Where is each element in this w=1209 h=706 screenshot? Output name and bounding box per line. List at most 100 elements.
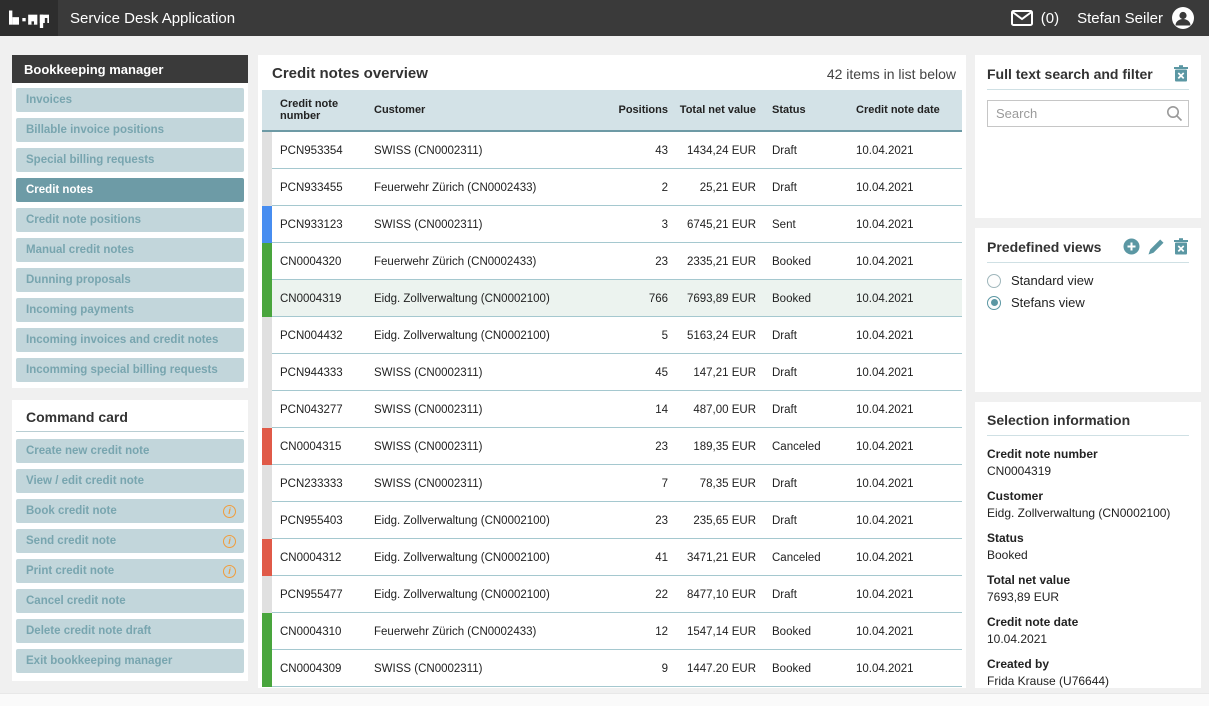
search-icon[interactable] bbox=[1166, 105, 1183, 122]
user-name: Stefan Seiler bbox=[1077, 10, 1163, 27]
cell-date: 10.04.2021 bbox=[842, 663, 962, 675]
table-row[interactable]: CN0004320Feuerwehr Zürich (CN0002433)232… bbox=[262, 243, 962, 280]
table-row[interactable]: PCN953354SWISS (CN0002311)431434,24 EURD… bbox=[262, 132, 962, 169]
table-row[interactable]: PCN955403Eidg. Zollverwaltung (CN0002100… bbox=[262, 502, 962, 539]
delete-view-trash-icon[interactable] bbox=[1173, 238, 1189, 255]
delete-credit-note-draft-button[interactable]: Delete credit note draft bbox=[16, 619, 244, 643]
table-row[interactable]: CN0004312Eidg. Zollverwaltung (CN0002100… bbox=[262, 539, 962, 576]
left-column: Bookkeeping manager InvoicesBillable inv… bbox=[12, 55, 248, 681]
sidebar-item-billable-invoice-positions[interactable]: Billable invoice positions bbox=[16, 118, 244, 142]
row-status-strip bbox=[262, 428, 272, 465]
cell-total: 1447.20 EUR bbox=[670, 663, 758, 675]
column-header-status[interactable]: Status bbox=[758, 104, 842, 116]
selection-field-credit-note-number: Credit note numberCN0004319 bbox=[987, 447, 1189, 478]
table-row[interactable]: PCN233333SWISS (CN0002311)778,35 EURDraf… bbox=[262, 465, 962, 502]
add-view-icon[interactable] bbox=[1123, 238, 1140, 255]
column-header-positions[interactable]: Positions bbox=[596, 104, 670, 116]
table-row[interactable]: CN0004315SWISS (CN0002311)23189,35 EURCa… bbox=[262, 428, 962, 465]
edit-view-pencil-icon[interactable] bbox=[1148, 238, 1165, 255]
radio-selected-icon[interactable] bbox=[987, 296, 1001, 310]
cell-positions: 45 bbox=[596, 367, 670, 379]
book-credit-note-button[interactable]: Book credit note bbox=[16, 499, 244, 523]
clear-search-trash-icon[interactable] bbox=[1173, 65, 1189, 82]
avatar[interactable] bbox=[1171, 6, 1195, 30]
cell-number: CN0004320 bbox=[272, 256, 372, 268]
row-status-strip bbox=[262, 132, 272, 169]
cell-total: 487,00 EUR bbox=[670, 404, 758, 416]
cancel-credit-note-button[interactable]: Cancel credit note bbox=[16, 589, 244, 613]
cell-status: Booked bbox=[758, 256, 842, 268]
cell-customer: Feuerwehr Zürich (CN0002433) bbox=[372, 256, 596, 268]
selection-information-panel: Selection information Credit note number… bbox=[975, 402, 1201, 688]
view-edit-credit-note-button[interactable]: View / edit credit note bbox=[16, 469, 244, 493]
cell-date: 10.04.2021 bbox=[842, 478, 962, 490]
cell-number: CN0004315 bbox=[272, 441, 372, 453]
button-label: View / edit credit note bbox=[26, 475, 144, 487]
sidebar-item-special-billing-requests[interactable]: Special billing requests bbox=[16, 148, 244, 172]
view-option-standard-view[interactable]: Standard view bbox=[987, 273, 1189, 288]
full-text-search-panel: Full text search and filter bbox=[975, 55, 1201, 218]
column-header-credit-note-date[interactable]: Credit note date bbox=[842, 104, 962, 116]
cell-date: 10.04.2021 bbox=[842, 293, 962, 305]
create-new-credit-note-button[interactable]: Create new credit note bbox=[16, 439, 244, 463]
right-column: Full text search and filter Predefined v… bbox=[975, 55, 1201, 688]
sidebar-item-incomming-special-billing-requests[interactable]: Incomming special billing requests bbox=[16, 358, 244, 382]
button-label: Exit bookkeeping manager bbox=[26, 655, 172, 667]
row-status-strip bbox=[262, 169, 272, 206]
cell-status: Draft bbox=[758, 589, 842, 601]
sidebar-item-dunning-proposals[interactable]: Dunning proposals bbox=[16, 268, 244, 292]
table-row[interactable]: PCN944333SWISS (CN0002311)45147,21 EURDr… bbox=[262, 354, 962, 391]
command-card-buttons: Create new credit note View / edit credit… bbox=[12, 432, 248, 681]
table-row[interactable]: CN0004309SWISS (CN0002311)91447.20 EURBo… bbox=[262, 650, 962, 687]
cell-customer: SWISS (CN0002311) bbox=[372, 219, 596, 231]
selection-field-status: StatusBooked bbox=[987, 531, 1189, 562]
cell-status: Draft bbox=[758, 145, 842, 157]
info-icon[interactable] bbox=[223, 505, 236, 518]
table-row[interactable]: CN0004319Eidg. Zollverwaltung (CN0002100… bbox=[262, 280, 962, 317]
table-row[interactable]: PCN933455Feuerwehr Zürich (CN0002433)225… bbox=[262, 169, 962, 206]
table-row[interactable]: PCN955477Eidg. Zollverwaltung (CN0002100… bbox=[262, 576, 962, 613]
cell-total: 78,35 EUR bbox=[670, 478, 758, 490]
cell-status: Draft bbox=[758, 515, 842, 527]
search-input[interactable] bbox=[987, 100, 1189, 127]
cell-positions: 9 bbox=[596, 663, 670, 675]
cell-number: CN0004312 bbox=[272, 552, 372, 564]
bookkeeping-manager-card: Bookkeeping manager InvoicesBillable inv… bbox=[12, 55, 248, 388]
cell-customer: SWISS (CN0002311) bbox=[372, 663, 596, 675]
exit-bookkeeping-manager-button[interactable]: Exit bookkeeping manager bbox=[16, 649, 244, 673]
cell-positions: 14 bbox=[596, 404, 670, 416]
sidebar-item-incoming-payments[interactable]: Incoming payments bbox=[16, 298, 244, 322]
radio-unselected-icon[interactable] bbox=[987, 274, 1001, 288]
column-header-customer[interactable]: Customer bbox=[372, 104, 596, 116]
table-row[interactable]: CN0004310Feuerwehr Zürich (CN0002433)121… bbox=[262, 613, 962, 650]
cell-positions: 43 bbox=[596, 145, 670, 157]
cell-status: Canceled bbox=[758, 441, 842, 453]
sidebar-item-manual-credit-notes[interactable]: Manual credit notes bbox=[16, 238, 244, 262]
print-credit-note-button[interactable]: Print credit note bbox=[16, 559, 244, 583]
send-credit-note-button[interactable]: Send credit note bbox=[16, 529, 244, 553]
cell-customer: Eidg. Zollverwaltung (CN0002100) bbox=[372, 552, 596, 564]
cell-date: 10.04.2021 bbox=[842, 552, 962, 564]
view-option-stefans-view[interactable]: Stefans view bbox=[987, 295, 1189, 310]
column-header-credit-note-number[interactable]: Credit note number bbox=[272, 98, 372, 122]
cell-positions: 2 bbox=[596, 182, 670, 194]
button-label: Delete credit note draft bbox=[26, 625, 151, 637]
cell-customer: Feuerwehr Zürich (CN0002433) bbox=[372, 182, 596, 194]
cell-positions: 23 bbox=[596, 256, 670, 268]
table-row[interactable]: PCN043277SWISS (CN0002311)14487,00 EURDr… bbox=[262, 391, 962, 428]
views-panel-title: Predefined views bbox=[987, 239, 1101, 255]
row-status-strip bbox=[262, 539, 272, 576]
column-header-total-net-value[interactable]: Total net value bbox=[670, 104, 758, 116]
sidebar-item-invoices[interactable]: Invoices bbox=[16, 88, 244, 112]
info-icon[interactable] bbox=[223, 535, 236, 548]
cell-total: 189,35 EUR bbox=[670, 441, 758, 453]
table-row[interactable]: PCN933123SWISS (CN0002311)36745,21 EURSe… bbox=[262, 206, 962, 243]
sidebar-item-credit-notes[interactable]: Credit notes bbox=[16, 178, 244, 202]
mail-icon[interactable] bbox=[1011, 10, 1033, 26]
table-row[interactable]: PCN004432Eidg. Zollverwaltung (CN0002100… bbox=[262, 317, 962, 354]
field-label: Created by bbox=[987, 657, 1189, 671]
cell-customer: SWISS (CN0002311) bbox=[372, 441, 596, 453]
info-icon[interactable] bbox=[223, 565, 236, 578]
sidebar-item-credit-note-positions[interactable]: Credit note positions bbox=[16, 208, 244, 232]
sidebar-item-incoming-invoices-and-credit-notes[interactable]: Incoming invoices and credit notes bbox=[16, 328, 244, 352]
